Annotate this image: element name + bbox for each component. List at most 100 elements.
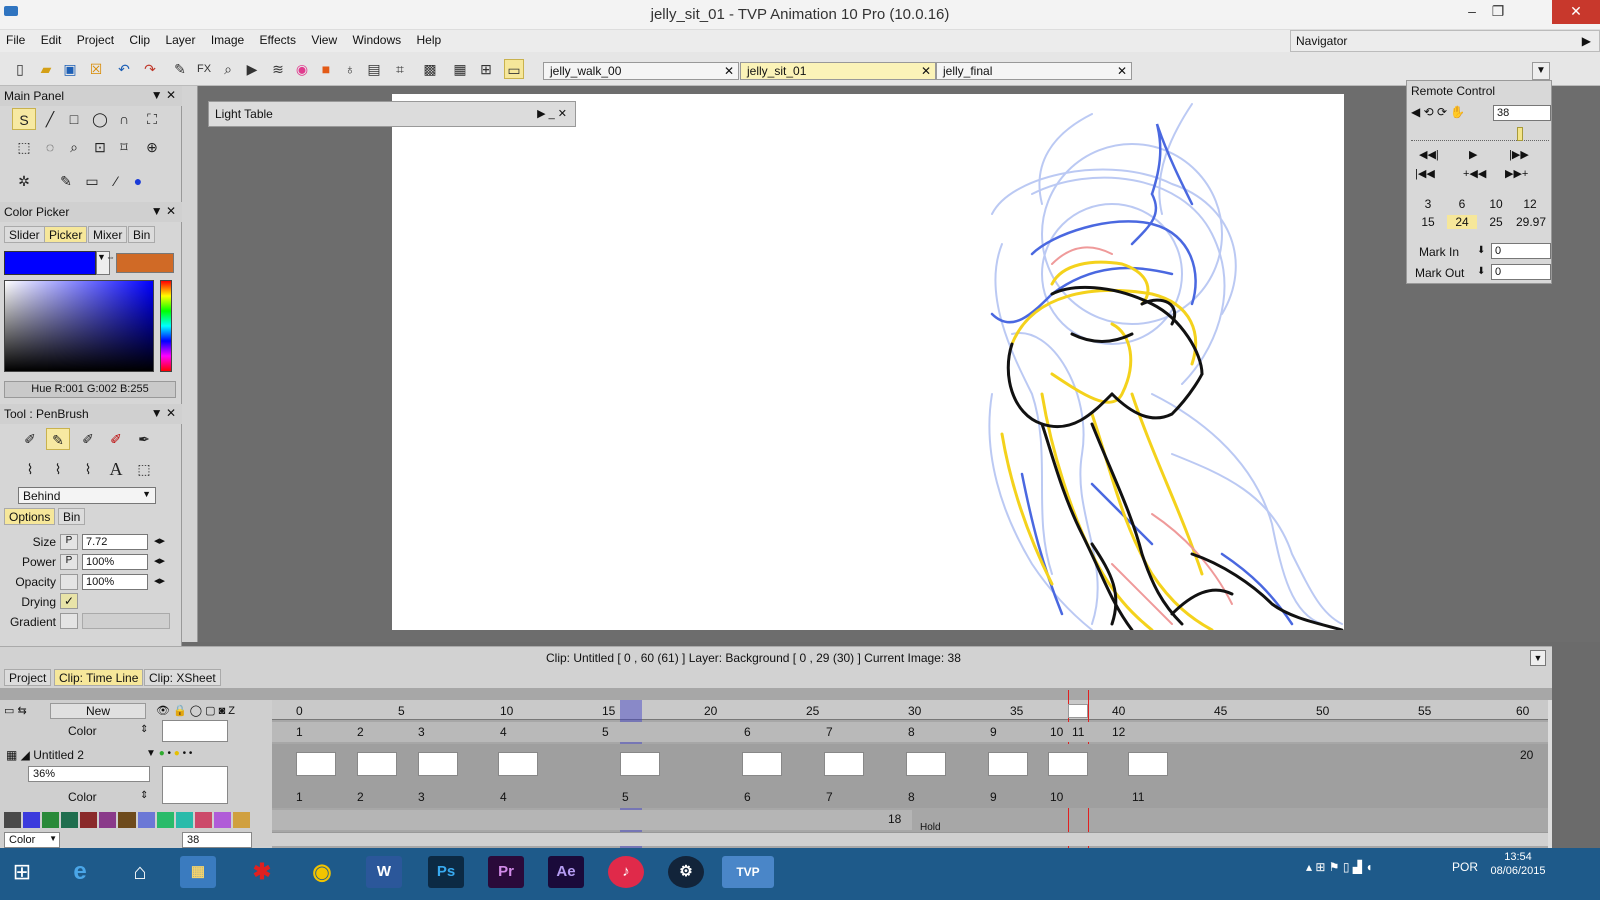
fps-2997[interactable]: 29.97 xyxy=(1513,215,1549,229)
open-folder-icon[interactable]: ▰ xyxy=(36,59,56,79)
color-dot-icon[interactable]: ● xyxy=(126,170,150,192)
scrubber-handle[interactable] xyxy=(1517,127,1523,141)
menu-image[interactable]: Image xyxy=(205,30,250,47)
fps-3[interactable]: 3 xyxy=(1413,197,1443,211)
drying-checkbox[interactable]: ✓ xyxy=(60,593,78,609)
step-forward-icon[interactable]: |▶▶ xyxy=(1509,148,1529,161)
menu-windows[interactable]: Windows xyxy=(346,30,407,47)
windows-start-icon[interactable]: ⊞ xyxy=(8,858,36,886)
fps-24[interactable]: 24 xyxy=(1447,215,1477,229)
tab-jelly-sit[interactable]: jelly_sit_01 ✕ xyxy=(740,62,936,80)
zoom-icon[interactable]: ⌕ xyxy=(218,59,238,79)
pen-brush-icon[interactable]: ✎ xyxy=(46,428,70,450)
light-table-panel[interactable]: Light Table ▶ _ ✕ xyxy=(208,101,576,127)
opacity-pressure-toggle[interactable] xyxy=(60,574,78,590)
ink-brush-icon[interactable]: ✒ xyxy=(132,428,156,450)
frame-thumbnail[interactable] xyxy=(357,752,397,776)
character-tool-icon[interactable]: ✲ xyxy=(12,170,36,192)
layer-menu-icon[interactable]: ▼ ● • ● • • xyxy=(146,748,192,759)
current-frame-field[interactable]: 38 xyxy=(1493,105,1551,121)
rewind-icon[interactable]: +◀◀ xyxy=(1463,167,1486,180)
frame-thumbnail[interactable] xyxy=(824,752,864,776)
close-project-icon[interactable]: ☒ xyxy=(86,59,106,79)
save-icon[interactable]: ▣ xyxy=(60,59,80,79)
frame-thumbnail[interactable] xyxy=(620,752,660,776)
ellipse-tool-icon[interactable]: ◯ xyxy=(88,108,112,130)
play-icon[interactable]: ▶ xyxy=(1469,148,1477,161)
color-swatch-icon[interactable]: ■ xyxy=(316,59,336,79)
grid-crosshair-icon[interactable]: ⌗ xyxy=(390,59,410,79)
crop-tool-icon[interactable]: ⌑ xyxy=(112,136,136,158)
redo-icon[interactable]: ↷ xyxy=(140,59,160,79)
clock[interactable]: 13:54 08/06/2015 xyxy=(1490,850,1546,878)
pen-tool-icon[interactable]: ✎ xyxy=(54,170,78,192)
panel-controls-icon[interactable]: ▶ _ ✕ xyxy=(537,107,567,120)
size-slider-icon[interactable]: ◂▸ xyxy=(154,534,165,547)
internet-explorer-icon[interactable]: e xyxy=(62,856,98,888)
frame-thumbnail[interactable] xyxy=(906,752,946,776)
new-layer-button[interactable]: New xyxy=(50,703,146,719)
lightbulb-icon[interactable]: ♁ xyxy=(340,59,360,79)
layer-color-sort-icon[interactable]: ⇕ xyxy=(140,790,148,801)
brush-settings-icon[interactable]: ✎ xyxy=(170,59,190,79)
oil-brush-icon[interactable]: ⌇ xyxy=(46,458,70,480)
navigator-panel[interactable]: Navigator ▶ xyxy=(1290,30,1600,52)
itunes-icon[interactable]: ♪ xyxy=(608,856,644,888)
fps-10[interactable]: 10 xyxy=(1481,197,1511,211)
opacity-field[interactable]: 100% xyxy=(82,574,148,590)
tabs-dropdown-icon[interactable]: ▼ xyxy=(1532,62,1550,80)
layers-icon[interactable]: ≋ xyxy=(268,59,288,79)
mask-icon[interactable]: ▩ xyxy=(420,59,440,79)
tab-slider[interactable]: Slider xyxy=(4,226,45,243)
power-field[interactable]: 100% xyxy=(82,554,148,570)
footer-frame-field[interactable]: 38 xyxy=(182,832,252,848)
menu-edit[interactable]: Edit xyxy=(35,30,68,47)
panel-menu-icon[interactable]: ▼ ✕ xyxy=(151,88,176,102)
panel-menu-icon[interactable]: ▼ ✕ xyxy=(151,406,176,420)
file-explorer-icon[interactable]: ▦ xyxy=(180,856,216,888)
maximize-button[interactable]: ❐ xyxy=(1478,0,1518,24)
menu-clip[interactable]: Clip xyxy=(123,30,156,47)
marker-brush-icon[interactable]: ✐ xyxy=(76,428,100,450)
lasso-tool-icon[interactable]: ◌ xyxy=(38,136,62,158)
layer-untitled-2[interactable]: ▦ ◢ Untitled 2 xyxy=(6,748,84,762)
swap-colors-icon[interactable]: ▼⇔ xyxy=(96,251,115,275)
tab-jelly-walk[interactable]: jelly_walk_00 ✕ xyxy=(543,62,739,80)
navigator-expand-icon[interactable]: ▶ xyxy=(1582,34,1591,48)
gradient-checkbox[interactable] xyxy=(60,613,78,629)
steam-icon[interactable]: ⚙ xyxy=(668,856,704,888)
line-tool-icon[interactable]: ╱ xyxy=(38,108,62,130)
layer-visibility-icons[interactable]: 👁 🔒 ◯ ▢ ◙ Z xyxy=(156,704,235,717)
blend-mode-select[interactable]: Behind ▼ xyxy=(18,487,156,504)
fps-15[interactable]: 15 xyxy=(1413,215,1443,229)
picker-tool-icon[interactable]: ⁄ xyxy=(104,170,128,192)
mark-in-field[interactable]: 0 xyxy=(1491,243,1551,259)
freehand-tool-icon[interactable]: S xyxy=(12,108,36,130)
first-frame-icon[interactable]: |◀◀ xyxy=(1415,167,1435,180)
fill-tool-icon[interactable]: ⛶ xyxy=(140,108,164,130)
frame-scrubber[interactable] xyxy=(1411,127,1549,141)
close-icon[interactable]: ✕ xyxy=(921,64,931,78)
secondary-color-swatch[interactable] xyxy=(116,253,174,273)
frame-thumbnail[interactable] xyxy=(1048,752,1088,776)
calculator-icon[interactable]: ▤ xyxy=(364,59,384,79)
loop-mode-icons[interactable]: ◀ ⟲ ⟳ ✋ xyxy=(1411,105,1465,119)
power-pressure-toggle[interactable]: P xyxy=(60,554,78,570)
frame-thumbnail[interactable] xyxy=(742,752,782,776)
close-icon[interactable]: ✕ xyxy=(724,64,734,78)
status-dropdown-icon[interactable]: ▼ xyxy=(1530,650,1546,666)
menu-view[interactable]: View xyxy=(305,30,343,47)
mark-in-set-icon[interactable]: ⬇ xyxy=(1477,245,1485,256)
main-color-swatch[interactable] xyxy=(4,251,96,275)
opacity-slider-icon[interactable]: ◂▸ xyxy=(154,574,165,587)
layer-tools-icon[interactable]: ▭ ⇆ xyxy=(4,704,27,717)
tab-picker[interactable]: Picker xyxy=(44,226,88,243)
mark-out-set-icon[interactable]: ⬇ xyxy=(1477,266,1485,277)
text-tool-icon[interactable]: A xyxy=(104,458,128,480)
gradient-bar[interactable] xyxy=(82,613,170,629)
frame-thumbnail[interactable] xyxy=(988,752,1028,776)
crayon-brush-icon[interactable]: ✐ xyxy=(104,428,128,450)
close-button[interactable]: ✕ xyxy=(1552,0,1600,24)
after-effects-icon[interactable]: Ae xyxy=(548,856,584,888)
size-pressure-toggle[interactable]: P xyxy=(60,534,78,550)
